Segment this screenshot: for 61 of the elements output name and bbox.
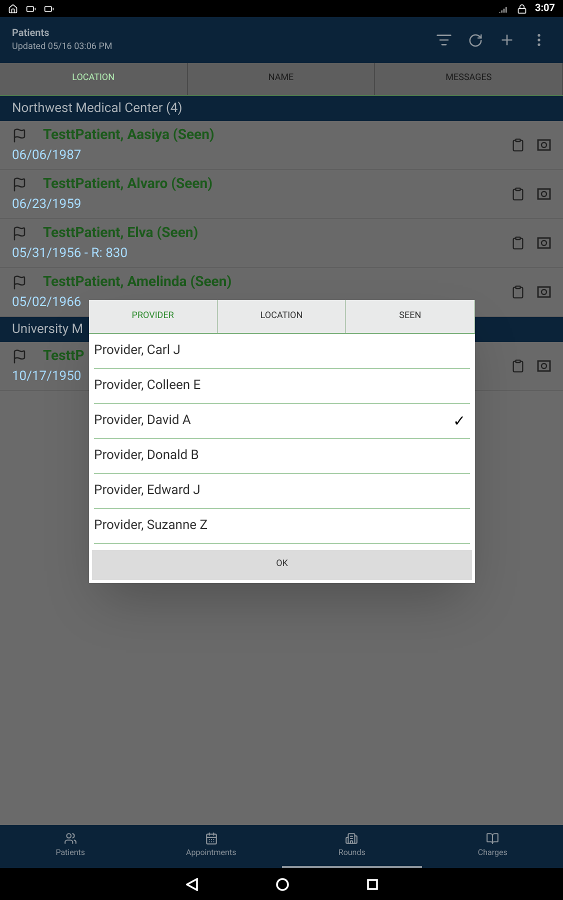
money-icon[interactable]: [537, 360, 551, 372]
tab[interactable]: NAME: [188, 63, 376, 95]
patient-name: TesttPatient, Amelinda (Seen): [43, 272, 232, 292]
battery-icon: [26, 4, 36, 14]
refresh-icon[interactable]: [468, 32, 483, 48]
patient-name: TesttPatient, Alvaro (Seen): [43, 174, 213, 194]
flag-icon[interactable]: [12, 226, 27, 241]
clipboard-icon[interactable]: [511, 236, 525, 250]
flag-icon[interactable]: [12, 348, 27, 364]
home-circle-icon[interactable]: [276, 878, 288, 890]
patient-detail: 10/17/1950: [12, 368, 82, 386]
flag-icon[interactable]: [12, 128, 27, 143]
header-subtitle: Updated 05/16 03:06 PM: [12, 40, 114, 54]
home-icon: [8, 4, 18, 14]
dialog-tab[interactable]: LOCATION: [218, 300, 346, 333]
patient-detail: 06/23/1959: [12, 196, 82, 214]
patient-name: TesttPatient, Elva (Seen): [43, 224, 198, 243]
dialog-tab[interactable]: SEEN: [346, 300, 476, 333]
nav-icon: [204, 832, 218, 845]
money-icon[interactable]: [537, 139, 551, 151]
add-icon[interactable]: [499, 32, 515, 48]
nav-tab[interactable]: Patients: [0, 825, 141, 868]
nav-icon: [345, 832, 358, 845]
flag-icon[interactable]: [12, 176, 27, 192]
nav-tab[interactable]: Charges: [422, 825, 563, 868]
clipboard-icon[interactable]: [511, 138, 525, 152]
money-icon[interactable]: [537, 188, 551, 200]
battery-icon: [44, 4, 54, 14]
dialog-tab[interactable]: PROVIDER: [89, 300, 218, 333]
back-icon[interactable]: [186, 878, 198, 890]
patient-name: TesttPatient, Aasiya (Seen): [43, 126, 214, 145]
filter-icon[interactable]: [436, 32, 452, 48]
group-title: University M: [12, 320, 84, 339]
tab[interactable]: LOCATION: [0, 63, 188, 95]
lock-icon: [516, 4, 527, 14]
money-icon[interactable]: [537, 237, 551, 249]
clipboard-icon[interactable]: [511, 187, 525, 201]
nav-icon: [64, 832, 77, 845]
clock-time: 3:07: [534, 2, 555, 16]
patient-detail: 05/02/1966: [12, 294, 82, 312]
patient-detail: 05/31/1956 - R: 830: [12, 244, 128, 263]
provider-item[interactable]: Provider, Edward J: [94, 474, 470, 509]
group-title: Northwest Medical Center (4): [12, 100, 182, 118]
provider-item[interactable]: Provider, Carl J: [94, 334, 470, 369]
patient-name: TesttP: [43, 346, 84, 366]
nav-tab[interactable]: Appointments: [140, 825, 282, 868]
flag-icon[interactable]: [12, 274, 27, 290]
check-mark: ✓: [453, 410, 466, 432]
patient-detail: 06/06/1987: [12, 146, 82, 165]
provider-item[interactable]: Provider, Suzanne Z: [94, 509, 470, 544]
clipboard-icon[interactable]: [511, 285, 525, 299]
nav-icon: [486, 832, 500, 845]
clipboard-icon[interactable]: [511, 359, 525, 373]
provider-item[interactable]: Provider, Donald B: [94, 439, 470, 474]
provider-item[interactable]: Provider, Colleen E: [94, 369, 470, 404]
recents-icon[interactable]: [366, 878, 378, 890]
ok-button[interactable]: OK: [92, 550, 472, 580]
provider-item[interactable]: Provider, David A ✓: [94, 404, 470, 439]
money-icon[interactable]: [537, 286, 551, 298]
header-title: Patients: [12, 26, 50, 41]
tab[interactable]: MESSAGES: [375, 63, 563, 95]
